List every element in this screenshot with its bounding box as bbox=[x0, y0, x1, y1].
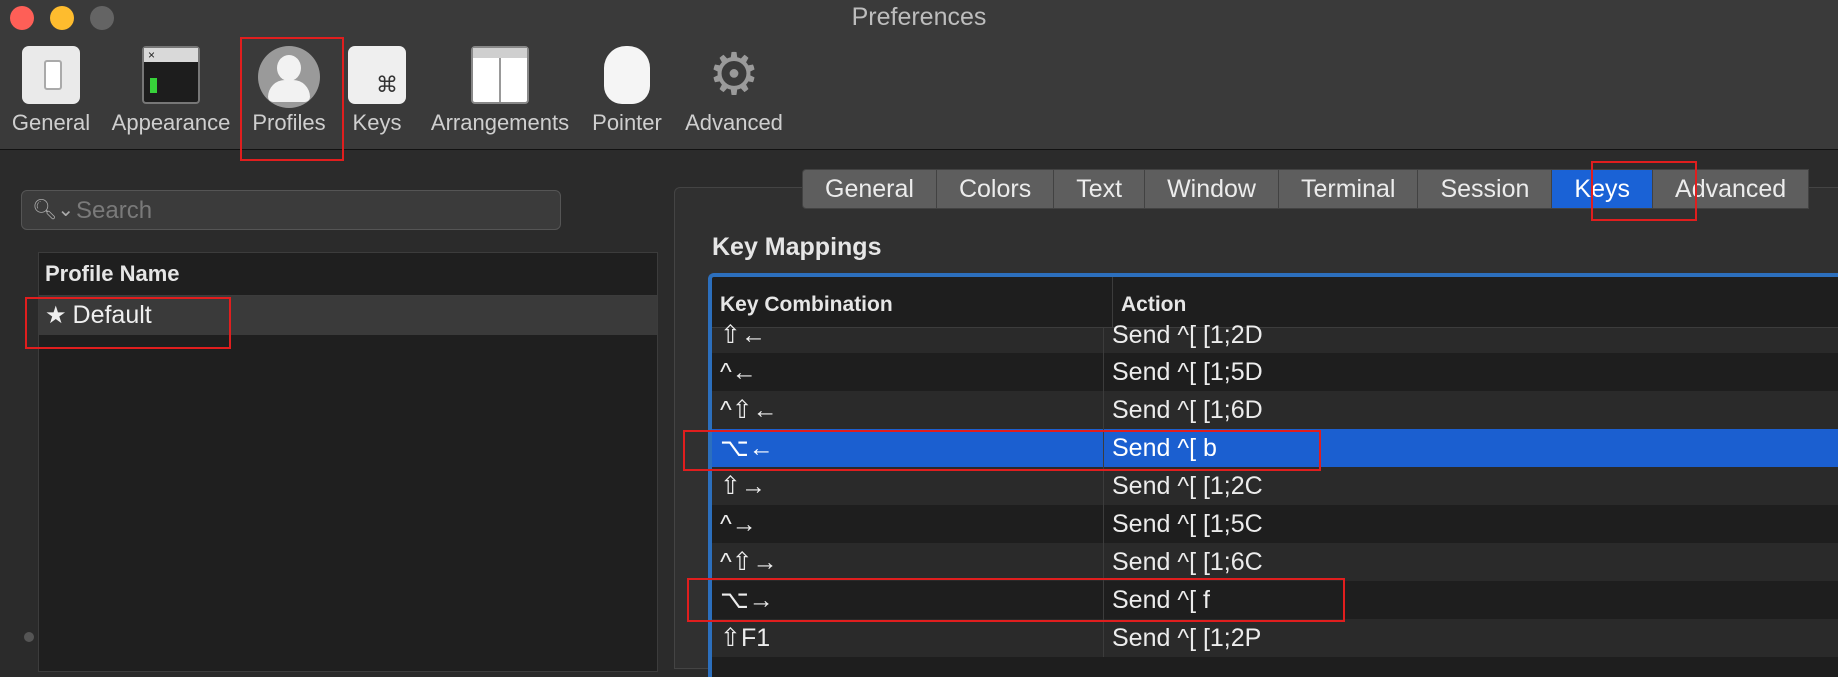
search-input[interactable] bbox=[74, 195, 548, 227]
appearance-icon: × bbox=[142, 46, 200, 104]
toolbar-item-appearance[interactable]: × Appearance bbox=[107, 46, 235, 144]
table-row[interactable]: ^⇧→ Send ^[ [1;6C bbox=[712, 543, 1838, 581]
option-left-highlight-box bbox=[683, 430, 1321, 471]
tab-window[interactable]: Window bbox=[1145, 169, 1279, 209]
default-profile-highlight-box bbox=[25, 297, 231, 349]
table-row[interactable]: ^⇧← Send ^[ [1;6D bbox=[712, 391, 1838, 429]
toolbar-item-keys[interactable]: ⌘ Keys bbox=[346, 46, 408, 144]
table-header: Key Combination Action bbox=[712, 277, 1838, 328]
tab-session[interactable]: Session bbox=[1418, 169, 1553, 209]
list-resize-handle[interactable] bbox=[24, 632, 34, 642]
tab-colors[interactable]: Colors bbox=[936, 169, 1055, 209]
table-row[interactable]: ⇧← Send ^[ [1;2D bbox=[712, 323, 1838, 353]
toolbar-item-general[interactable]: General bbox=[8, 46, 94, 144]
table-row[interactable]: ⇧F1 Send ^[ [1;2P bbox=[712, 619, 1838, 657]
option-right-highlight-box bbox=[687, 578, 1345, 622]
mouse-icon bbox=[604, 46, 650, 104]
table-row[interactable]: ^← Send ^[ [1;5D bbox=[712, 353, 1838, 391]
profiles-highlight-box bbox=[240, 37, 344, 161]
command-key-icon: ⌘ bbox=[348, 46, 406, 104]
tab-terminal[interactable]: Terminal bbox=[1278, 169, 1419, 209]
arrangements-icon bbox=[471, 46, 529, 104]
key-combination-column-header[interactable]: Key Combination bbox=[712, 277, 1113, 327]
profile-search-field: 🔍︎⌄ bbox=[21, 190, 561, 230]
gear-icon: ⚙ bbox=[708, 42, 760, 107]
key-mappings-title: Key Mappings bbox=[712, 233, 882, 261]
keys-tab-highlight-box bbox=[1591, 161, 1697, 221]
window-title: Preferences bbox=[851, 3, 987, 31]
tab-text[interactable]: Text bbox=[1054, 169, 1146, 209]
table-row[interactable]: ⇧→ Send ^[ [1;2C bbox=[712, 467, 1838, 505]
search-icon[interactable]: 🔍︎⌄ bbox=[32, 197, 74, 222]
general-icon bbox=[22, 46, 80, 104]
toolbar-item-pointer[interactable]: Pointer bbox=[586, 46, 668, 144]
toolbar-item-arrangements[interactable]: Arrangements bbox=[424, 46, 576, 144]
tab-general[interactable]: General bbox=[802, 169, 937, 209]
profile-name-column-header[interactable]: Profile Name bbox=[39, 253, 657, 296]
table-row[interactable]: ^→ Send ^[ [1;5C bbox=[712, 505, 1838, 543]
toolbar-item-advanced[interactable]: ⚙ Advanced bbox=[680, 46, 788, 144]
action-column-header[interactable]: Action bbox=[1113, 277, 1186, 327]
